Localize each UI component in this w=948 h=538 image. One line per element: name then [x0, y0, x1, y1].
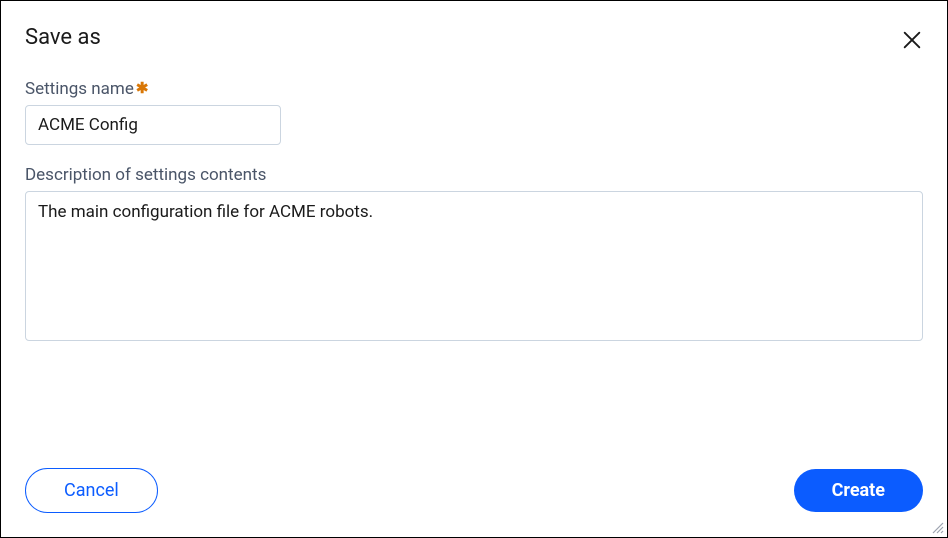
- dialog-title: Save as: [25, 25, 101, 50]
- description-group: Description of settings contents: [25, 165, 923, 345]
- description-label: Description of settings contents: [25, 165, 923, 185]
- settings-name-input[interactable]: [25, 105, 281, 145]
- dialog-header: Save as: [1, 1, 947, 51]
- create-button[interactable]: Create: [794, 469, 923, 512]
- dialog-body: Settings name✱ Description of settings c…: [1, 51, 947, 468]
- dialog-footer: Cancel Create: [1, 468, 947, 537]
- close-button[interactable]: [901, 29, 923, 51]
- close-icon: [901, 29, 923, 51]
- settings-name-label: Settings name✱: [25, 79, 923, 99]
- cancel-button[interactable]: Cancel: [25, 468, 158, 513]
- required-asterisk-icon: ✱: [136, 79, 149, 97]
- settings-name-group: Settings name✱: [25, 79, 923, 145]
- settings-name-label-text: Settings name: [25, 79, 134, 99]
- description-input[interactable]: [25, 191, 923, 341]
